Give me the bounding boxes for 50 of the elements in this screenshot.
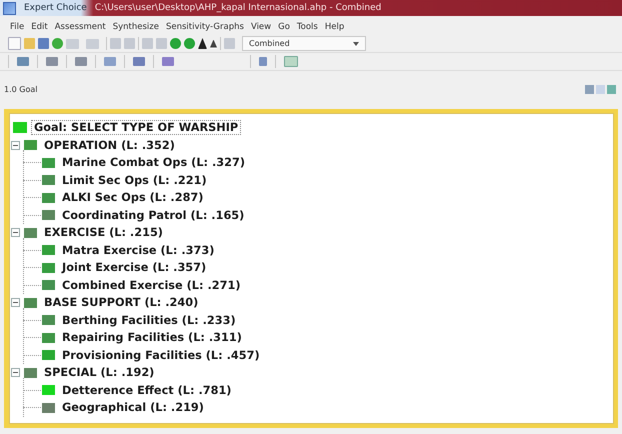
node-label[interactable]: Provisioning Facilities (L: .457): [59, 348, 263, 363]
mode-dropdown[interactable]: Combined: [242, 36, 366, 51]
window-title: Expert Choice: [24, 3, 87, 13]
collapse-icon[interactable]: [11, 298, 20, 308]
toolbar-icon[interactable]: [104, 57, 116, 66]
toolbar-icon[interactable]: [162, 57, 174, 66]
node-label[interactable]: Goal: SELECT TYPE OF WARSHIP: [31, 120, 242, 136]
node-label[interactable]: Geographical (L: .219): [59, 400, 207, 416]
view-switch-icon[interactable]: [585, 84, 616, 94]
node-label[interactable]: Coordinating Patrol (L: .165): [59, 208, 248, 223]
collapse-icon[interactable]: [11, 140, 20, 150]
node-label[interactable]: Marine Combat Ops (L: .327): [59, 155, 248, 170]
page-icon[interactable]: [66, 38, 79, 48]
node-label[interactable]: Combined Exercise (L: .271): [59, 278, 244, 293]
new-file-icon[interactable]: [8, 37, 21, 50]
menu-item[interactable]: Sensitivity-Graphs: [166, 22, 244, 32]
breadcrumb: 1.0 Goal: [4, 84, 38, 94]
node-label[interactable]: BASE SUPPORT (L: .240): [41, 295, 202, 310]
node-label[interactable]: SPECIAL (L: .192): [41, 365, 158, 380]
page-icon[interactable]: [86, 38, 99, 48]
toolbar-icon[interactable]: [75, 57, 87, 66]
menu-item[interactable]: File: [10, 22, 24, 32]
toolbar-icon[interactable]: [259, 57, 267, 66]
node-label[interactable]: EXERCISE (L: .215): [41, 225, 166, 240]
node-label[interactable]: Repairing Facilities (L: .311): [59, 330, 245, 346]
folder-icon[interactable]: [24, 38, 35, 49]
menu-item[interactable]: Assessment: [54, 22, 106, 32]
collapse-icon[interactable]: [11, 228, 20, 238]
app-icon: [3, 2, 16, 14]
caret-icon: [353, 42, 359, 46]
node-label[interactable]: Joint Exercise (L: .357): [59, 260, 210, 276]
toolbar-icon[interactable]: [17, 57, 29, 66]
menu-item[interactable]: Synthesize: [112, 22, 159, 32]
node-label[interactable]: ALKI Sec Ops (L: .287): [59, 190, 206, 206]
save-icon[interactable]: [38, 38, 49, 49]
node-label[interactable]: Limit Sec Ops (L: .221): [59, 172, 210, 188]
node-label[interactable]: OPERATION (L: .352): [41, 138, 178, 153]
node-label[interactable]: Matra Exercise (L: .373): [59, 242, 218, 258]
menu-item[interactable]: Tools: [296, 22, 318, 32]
file-path: C:\Users\user\Desktop\AHP_kapal Internasional.ahp - Combined: [94, 3, 382, 13]
menu-item[interactable]: View: [250, 22, 272, 32]
toolbar-icon[interactable]: [133, 57, 145, 66]
toolbar-icon[interactable]: [46, 57, 58, 66]
menu-item[interactable]: Edit: [31, 22, 48, 32]
menu-item[interactable]: Go: [278, 22, 290, 32]
node-label[interactable]: Detterence Effect (L: .781): [59, 382, 234, 398]
toolbar-icon[interactable]: [284, 56, 298, 67]
menu-item[interactable]: Help: [324, 22, 344, 32]
collapse-icon[interactable]: [11, 368, 20, 378]
node-label[interactable]: Berthing Facilities (L: .233): [59, 312, 239, 328]
